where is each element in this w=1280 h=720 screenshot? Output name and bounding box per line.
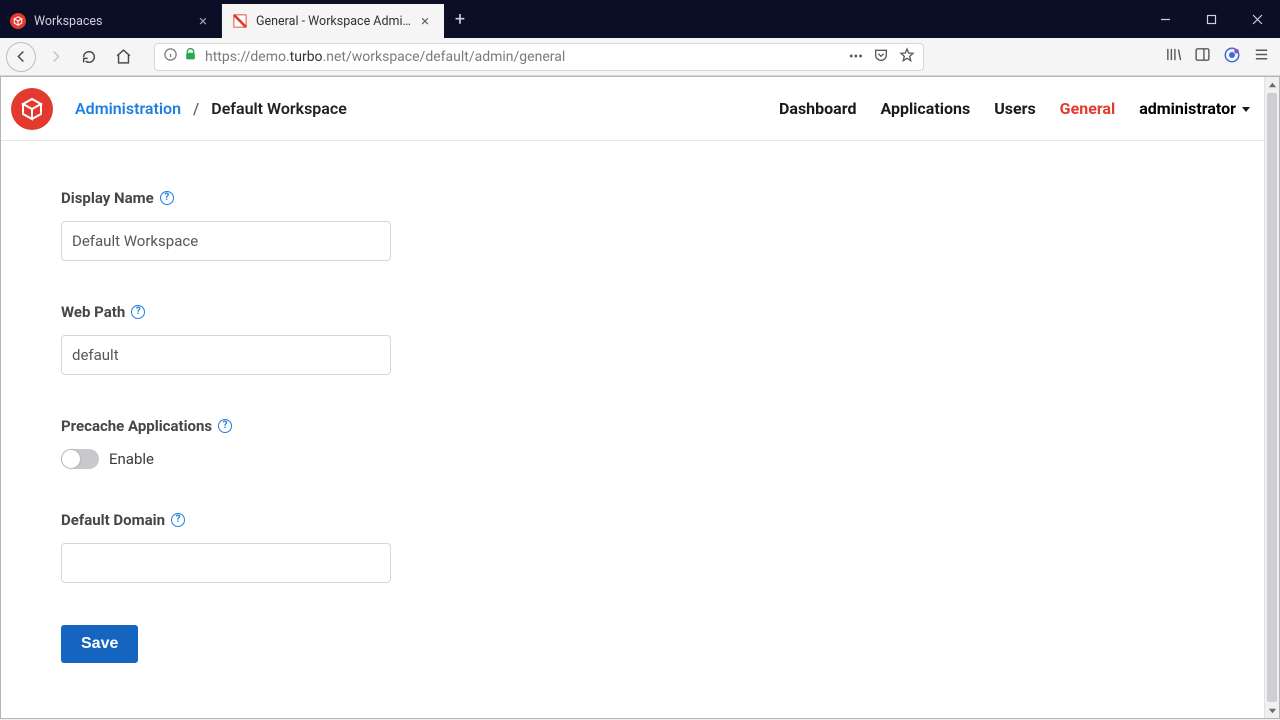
- general-settings-form: Display Name ? Web Path ? Precache Appli…: [1, 141, 801, 711]
- forward-button[interactable]: [40, 42, 70, 72]
- tab-title: Workspaces: [34, 14, 195, 29]
- chevron-down-icon: [1242, 107, 1250, 112]
- reload-button[interactable]: [74, 42, 104, 72]
- tab-strip: Workspaces × General - Workspace Adminis…: [0, 0, 1142, 38]
- close-icon[interactable]: ×: [417, 12, 433, 30]
- library-icon[interactable]: [1165, 46, 1182, 67]
- field-web-path: Web Path ?: [61, 303, 741, 375]
- brand-logo-icon[interactable]: [11, 88, 53, 130]
- new-tab-button[interactable]: +: [444, 0, 476, 38]
- page-actions-icon[interactable]: •••: [849, 49, 863, 65]
- window-titlebar: Workspaces × General - Workspace Adminis…: [0, 0, 1280, 38]
- nav-general[interactable]: General: [1060, 99, 1116, 118]
- bookmark-star-icon[interactable]: [899, 47, 915, 67]
- scroll-down-icon[interactable]: [1265, 702, 1279, 718]
- nav-dashboard[interactable]: Dashboard: [779, 99, 856, 118]
- breadcrumb: Administration / Default Workspace: [75, 99, 347, 118]
- browser-tab-general[interactable]: General - Workspace Administ ×: [222, 4, 444, 38]
- scroll-up-icon[interactable]: [1265, 77, 1279, 93]
- breadcrumb-separator: /: [193, 99, 199, 118]
- scroll-thumb[interactable]: [1267, 93, 1277, 702]
- breadcrumb-root-link[interactable]: Administration: [75, 99, 181, 118]
- web-path-input[interactable]: [61, 335, 391, 375]
- precache-label: Precache Applications: [61, 417, 212, 435]
- vertical-scrollbar[interactable]: [1264, 77, 1279, 718]
- user-label: administrator: [1139, 99, 1236, 118]
- page-viewport: Administration / Default Workspace Dashb…: [0, 76, 1280, 719]
- help-icon[interactable]: ?: [160, 191, 174, 205]
- help-icon[interactable]: ?: [218, 419, 232, 433]
- save-button[interactable]: Save: [61, 625, 138, 663]
- display-name-input[interactable]: [61, 221, 391, 261]
- precache-toggle-text: Enable: [109, 450, 154, 468]
- cube-icon: [10, 13, 26, 29]
- close-window-button[interactable]: [1234, 0, 1280, 38]
- app-header: Administration / Default Workspace Dashb…: [1, 77, 1264, 141]
- site-identity[interactable]: [163, 47, 197, 66]
- web-path-label: Web Path: [61, 303, 125, 321]
- field-default-domain: Default Domain ?: [61, 511, 741, 583]
- breadcrumb-current: Default Workspace: [211, 99, 347, 118]
- sidebar-icon[interactable]: [1194, 46, 1211, 67]
- info-icon: [163, 47, 178, 66]
- lock-icon: [184, 48, 197, 65]
- browser-tab-workspaces[interactable]: Workspaces ×: [0, 4, 222, 38]
- close-icon[interactable]: ×: [195, 12, 211, 30]
- app-icon: [232, 13, 248, 29]
- minimize-button[interactable]: [1142, 0, 1188, 38]
- maximize-button[interactable]: [1188, 0, 1234, 38]
- header-nav: Dashboard Applications Users General: [779, 99, 1115, 118]
- url-text: https://demo.turbo.net/workspace/default…: [205, 49, 841, 65]
- help-icon[interactable]: ?: [131, 305, 145, 319]
- browser-toolbar: https://demo.turbo.net/workspace/default…: [0, 38, 1280, 76]
- menu-hamburger-icon[interactable]: [1253, 46, 1270, 67]
- field-display-name: Display Name ?: [61, 189, 741, 261]
- tab-title: General - Workspace Administ: [256, 14, 417, 29]
- user-dropdown[interactable]: administrator: [1139, 99, 1250, 118]
- window-controls: [1142, 0, 1280, 38]
- default-domain-label: Default Domain: [61, 511, 165, 529]
- home-button[interactable]: [108, 42, 138, 72]
- nav-applications[interactable]: Applications: [880, 99, 970, 118]
- field-precache: Precache Applications ? Enable: [61, 417, 741, 469]
- address-bar[interactable]: https://demo.turbo.net/workspace/default…: [154, 43, 924, 71]
- extension-icon[interactable]: [1223, 46, 1241, 68]
- pocket-icon[interactable]: [873, 47, 889, 67]
- precache-toggle[interactable]: [61, 449, 99, 469]
- default-domain-input[interactable]: [61, 543, 391, 583]
- display-name-label: Display Name: [61, 189, 154, 207]
- nav-users[interactable]: Users: [994, 99, 1035, 118]
- back-button[interactable]: [6, 42, 36, 72]
- help-icon[interactable]: ?: [171, 513, 185, 527]
